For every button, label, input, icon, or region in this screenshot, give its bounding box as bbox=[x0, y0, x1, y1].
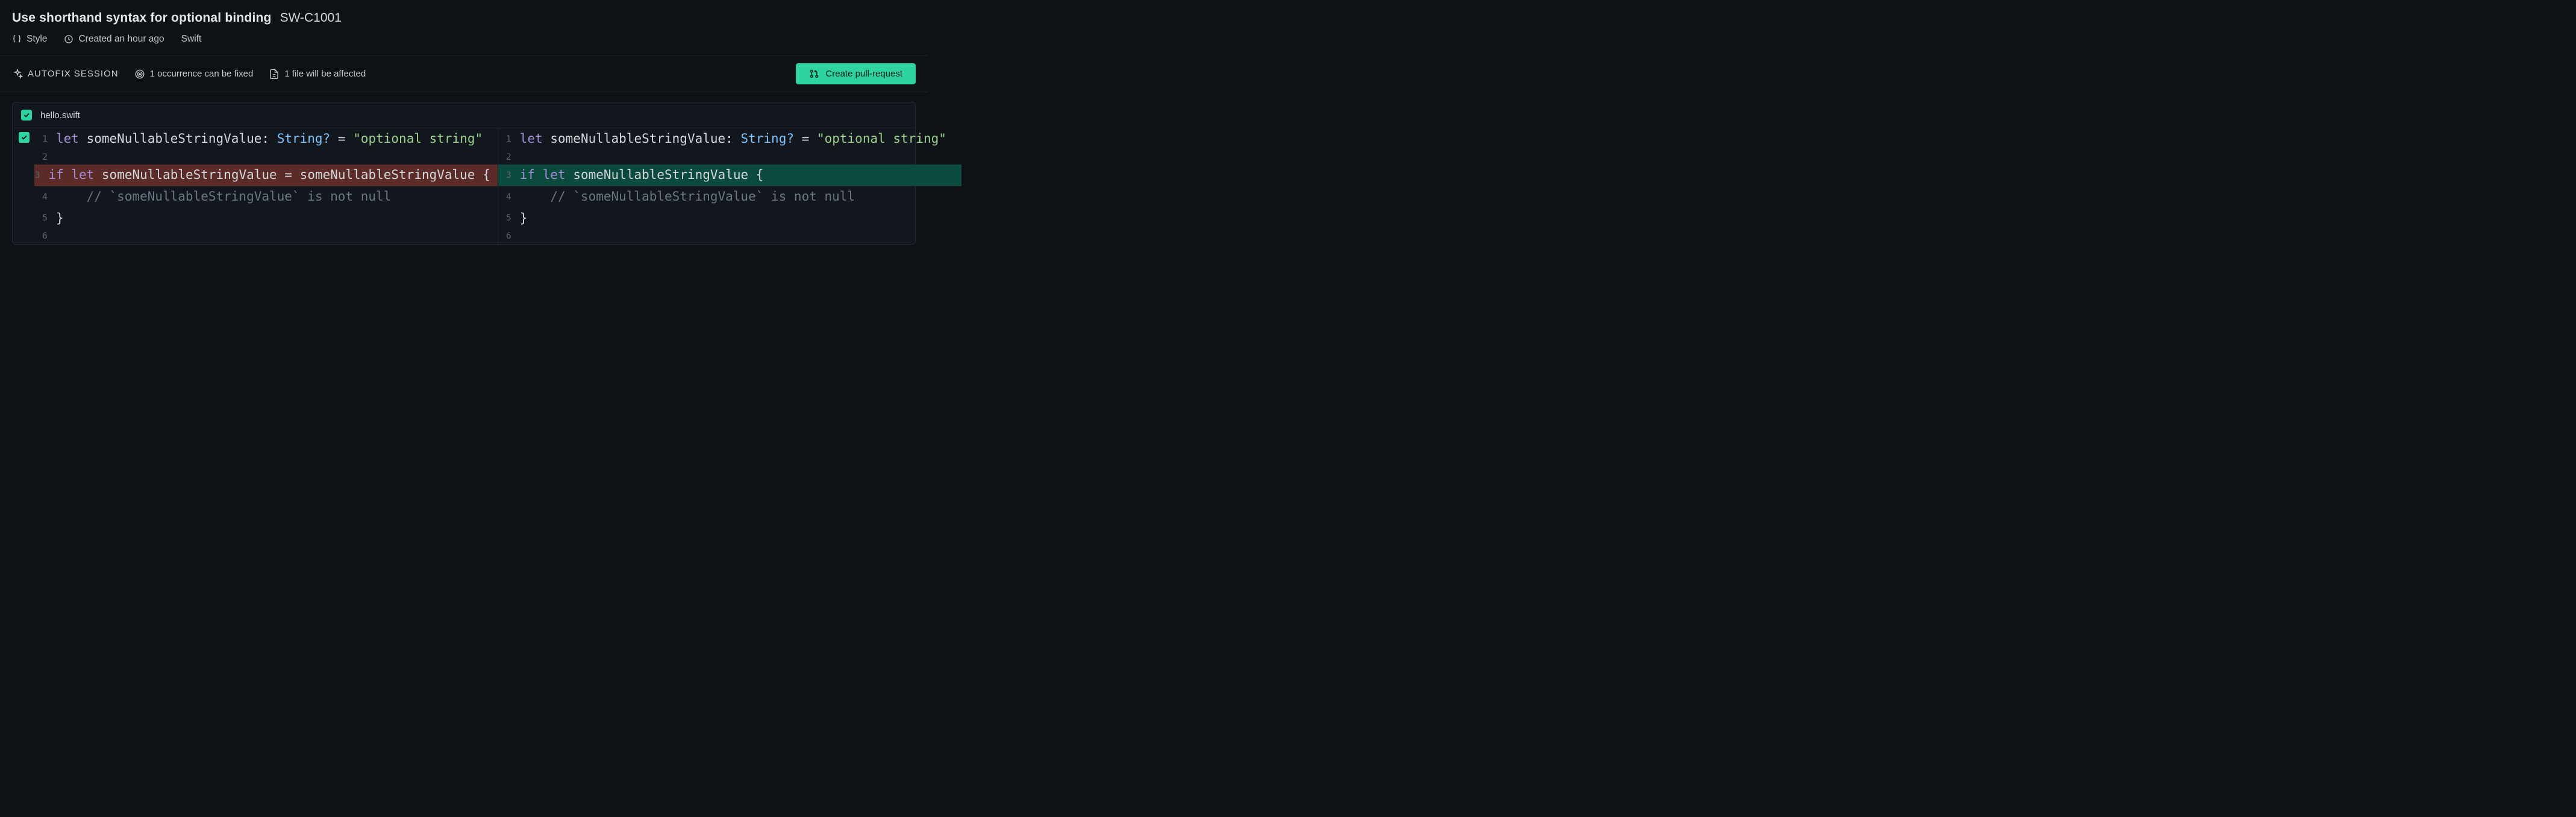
line-content: let someNullableStringValue: String? = "… bbox=[56, 128, 498, 150]
line-content: if let someNullableStringValue = someNul… bbox=[48, 164, 497, 186]
issue-code: SW-C1001 bbox=[280, 11, 916, 25]
code-line: 6 bbox=[34, 229, 498, 244]
code-line: 3if let someNullableStringValue { bbox=[498, 164, 961, 186]
code-line: 5} bbox=[498, 208, 961, 230]
check-icon bbox=[23, 111, 30, 119]
issue-header: Use shorthand syntax for optional bindin… bbox=[0, 0, 928, 56]
language-label: Swift bbox=[181, 34, 202, 45]
code-line: 3if let someNullableStringValue = someNu… bbox=[34, 164, 498, 186]
diff-pane-after: 1let someNullableStringValue: String? = … bbox=[498, 128, 961, 244]
line-number: 2 bbox=[34, 150, 56, 165]
line-number: 1 bbox=[34, 132, 56, 147]
files-text: 1 file will be affected bbox=[284, 69, 366, 79]
file-checkbox[interactable] bbox=[21, 110, 32, 121]
line-number: 6 bbox=[34, 229, 56, 244]
braces-icon bbox=[12, 34, 22, 44]
code-line: 5} bbox=[34, 208, 498, 230]
code-line: 1let someNullableStringValue: String? = … bbox=[498, 128, 961, 150]
code-line: 6 bbox=[498, 229, 961, 244]
created-time: Created an hour ago bbox=[64, 34, 164, 45]
diff-pane-before: 1let someNullableStringValue: String? = … bbox=[34, 128, 498, 244]
category-chip: Style bbox=[12, 34, 47, 45]
code-line: 2 bbox=[34, 150, 498, 165]
line-content: if let someNullableStringValue { bbox=[520, 164, 961, 186]
file-name: hello.swift bbox=[40, 110, 80, 121]
cta-label: Create pull-request bbox=[825, 69, 902, 79]
hunk-checkbox[interactable] bbox=[19, 132, 30, 143]
autofix-session-bar: AUTOFIX SESSION 1 occurrence can be fixe… bbox=[0, 56, 928, 92]
line-content: // `someNullableStringValue` is not null bbox=[56, 186, 498, 208]
language-chip: Swift bbox=[181, 34, 202, 45]
file-icon bbox=[269, 69, 280, 80]
line-number: 6 bbox=[498, 229, 520, 244]
session-label: AUTOFIX SESSION bbox=[28, 69, 119, 79]
line-number: 5 bbox=[498, 211, 520, 226]
line-number: 2 bbox=[498, 150, 520, 165]
line-number: 4 bbox=[34, 190, 56, 205]
clock-icon bbox=[64, 34, 73, 44]
pull-request-icon bbox=[809, 69, 819, 79]
code-line: 4 // `someNullableStringValue` is not nu… bbox=[498, 186, 961, 208]
code-line: 1let someNullableStringValue: String? = … bbox=[34, 128, 498, 150]
line-number: 4 bbox=[498, 190, 520, 205]
check-icon bbox=[20, 134, 28, 141]
line-number: 3 bbox=[498, 168, 520, 183]
issue-title: Use shorthand syntax for optional bindin… bbox=[12, 11, 272, 25]
line-content: } bbox=[56, 208, 498, 230]
occurrences-text: 1 occurrence can be fixed bbox=[150, 69, 254, 79]
line-number: 5 bbox=[34, 211, 56, 226]
line-content: } bbox=[520, 208, 961, 230]
diff-file-card: hello.swift 1let someNullableStringValue… bbox=[12, 102, 916, 245]
line-content: // `someNullableStringValue` is not null bbox=[520, 186, 961, 208]
sparkle-icon bbox=[12, 69, 23, 80]
category-label: Style bbox=[27, 34, 47, 45]
target-icon bbox=[134, 69, 145, 80]
create-pull-request-button[interactable]: Create pull-request bbox=[796, 63, 916, 84]
created-label: Created an hour ago bbox=[78, 34, 164, 45]
code-line: 2 bbox=[498, 150, 961, 165]
line-number: 1 bbox=[498, 132, 520, 147]
code-line: 4 // `someNullableStringValue` is not nu… bbox=[34, 186, 498, 208]
line-number: 3 bbox=[34, 168, 48, 183]
line-content: let someNullableStringValue: String? = "… bbox=[520, 128, 961, 150]
